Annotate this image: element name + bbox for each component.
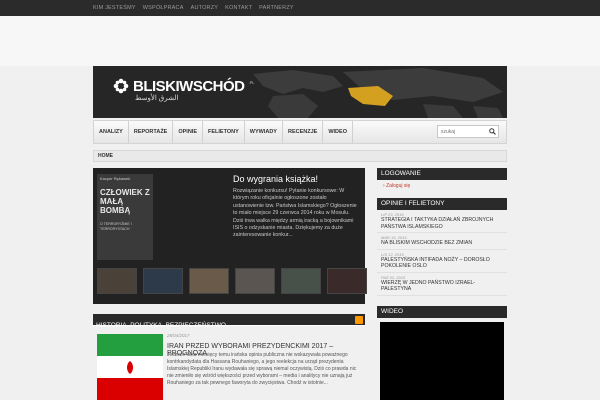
sidebar-login: LOGOWANIE › Zaloguj się [377,168,507,189]
sidebar-video: WIDEO [377,306,507,400]
featured-slider: Kacper Rękawek CZŁOWIEK Z MAŁĄ BOMBĄ O T… [93,168,367,304]
logo-arabic: الشرق الأوسط [135,95,179,102]
site-banner[interactable]: BLISKIWSCHÓD .PL الشرق الأوسط [93,66,507,118]
nav-felietony[interactable]: FELIETONY [203,121,245,143]
top-bar: KIM JESTEŚMY WSPÓŁPRACA AUTORZY KONTAKT … [0,0,600,16]
slider-thumbnail[interactable] [97,268,137,294]
nav-wideo[interactable]: WIDEO [323,121,353,143]
rss-icon[interactable] [355,316,363,324]
video-player[interactable] [380,322,504,400]
slider-thumbnail[interactable] [235,268,275,294]
slider-thumbnail[interactable] [327,268,367,294]
header-spacer [0,16,600,66]
nav-analizy[interactable]: ANALIZY [94,121,129,143]
logo-wordmark: BLISKIWSCHÓD [133,77,245,95]
nav-opinie[interactable]: OPINIE [173,121,204,143]
top-nav: KIM JESTEŚMY WSPÓŁPRACA AUTORZY KONTAKT … [93,0,294,16]
logo-suffix: .PL [248,79,255,85]
sidebar-opinions: OPINIE I FELIETONY LIP 23, 2016 STRATEGI… [377,198,507,296]
slider-thumbnail[interactable] [143,268,183,294]
search-box [437,125,499,138]
section-title[interactable]: HISTORIA, POLITYKA, BEZPIECZEŃSTWO [93,322,226,329]
slider-thumbnail[interactable] [189,268,229,294]
login-link[interactable]: › Zaloguj się [377,180,507,189]
topnav-wspolpraca[interactable]: WSPÓŁPRACA [143,5,184,11]
book-author: Kacper Rękawek [100,176,131,181]
article-excerpt: Jeszcze kilka miesięcy temu irańska opin… [167,352,357,386]
breadcrumb-home[interactable]: HOME [98,153,113,159]
opinions-heading: OPINIE I FELIETONY [377,198,507,210]
article-item: 28/04/2017 IRAN PRZED WYBORAMI PREZYDENC… [93,330,365,400]
slider-thumbnail[interactable] [281,268,321,294]
breadcrumb: HOME [93,150,507,162]
topnav-kontakt[interactable]: KONTAKT [225,5,252,11]
topnav-partnerzy[interactable]: PARTNERZY [259,5,294,11]
opinion-title[interactable]: STRATEGIA I TAKTYKA DZIAŁAŃ ZBROJNYCH PA… [381,217,503,230]
book-subtitle: O TERRORYŹMIE I TERRORYSTACH [100,222,132,231]
feature-title[interactable]: Do wygrania książka! [233,174,318,184]
site-logo[interactable]: BLISKIWSCHÓD .PL الشرق الأوسط [113,77,255,102]
feature-excerpt: Rozwiązanie konkursu! Pytanie konkursowe… [233,188,357,239]
article-date: 28/04/2017 [167,333,190,338]
opinion-item[interactable]: MAR 16, 2016 NA BLISKIM WSCHODZIE BEZ ZM… [377,233,507,250]
section-header: HISTORIA, POLITYKA, BEZPIECZEŃSTWO [93,314,365,329]
topnav-kim-jestesmy[interactable]: KIM JESTEŚMY [93,5,136,11]
topnav-autorzy[interactable]: AUTORZY [191,5,219,11]
slider-thumbnails [97,268,367,294]
opinion-item[interactable]: PAŹ 02, 2015 WIERZĘ W JEDNO PAŃSTWO IZRA… [377,273,507,296]
nav-recenzje[interactable]: RECENZJE [283,121,324,143]
flower-logo-icon [113,78,129,94]
search-icon[interactable] [486,126,498,137]
opinion-title[interactable]: NA BLISKIM WSCHODZIE BEZ ZMIAN [381,240,503,247]
nav-reportaze[interactable]: REPORTAŻE [129,121,174,143]
opinion-title[interactable]: PALESTYŃSKA INTIFADA NOŻY – DOROSŁO POKO… [381,257,503,270]
main-nav: ANALIZY REPORTAŻE OPINIE FELIETONY WYWIA… [93,120,507,144]
search-input[interactable] [438,128,486,135]
login-heading: LOGOWANIE [377,168,507,180]
book-cover-image[interactable]: Kacper Rękawek CZŁOWIEK Z MAŁĄ BOMBĄ O T… [97,174,153,260]
book-title: CZŁOWIEK Z MAŁĄ BOMBĄ [100,188,150,215]
opinion-item[interactable]: LIS 12, 2015 PALESTYŃSKA INTIFADA NOŻY –… [377,250,507,273]
opinion-title[interactable]: WIERZĘ W JEDNO PAŃSTWO IZRAEL-PALESTYNA [381,280,503,293]
iran-flag-image[interactable] [97,334,163,400]
nav-wywiady[interactable]: WYWIADY [245,121,283,143]
opinion-item[interactable]: LIP 23, 2016 STRATEGIA I TAKTYKA DZIAŁAŃ… [377,210,507,233]
video-heading: WIDEO [377,306,507,318]
